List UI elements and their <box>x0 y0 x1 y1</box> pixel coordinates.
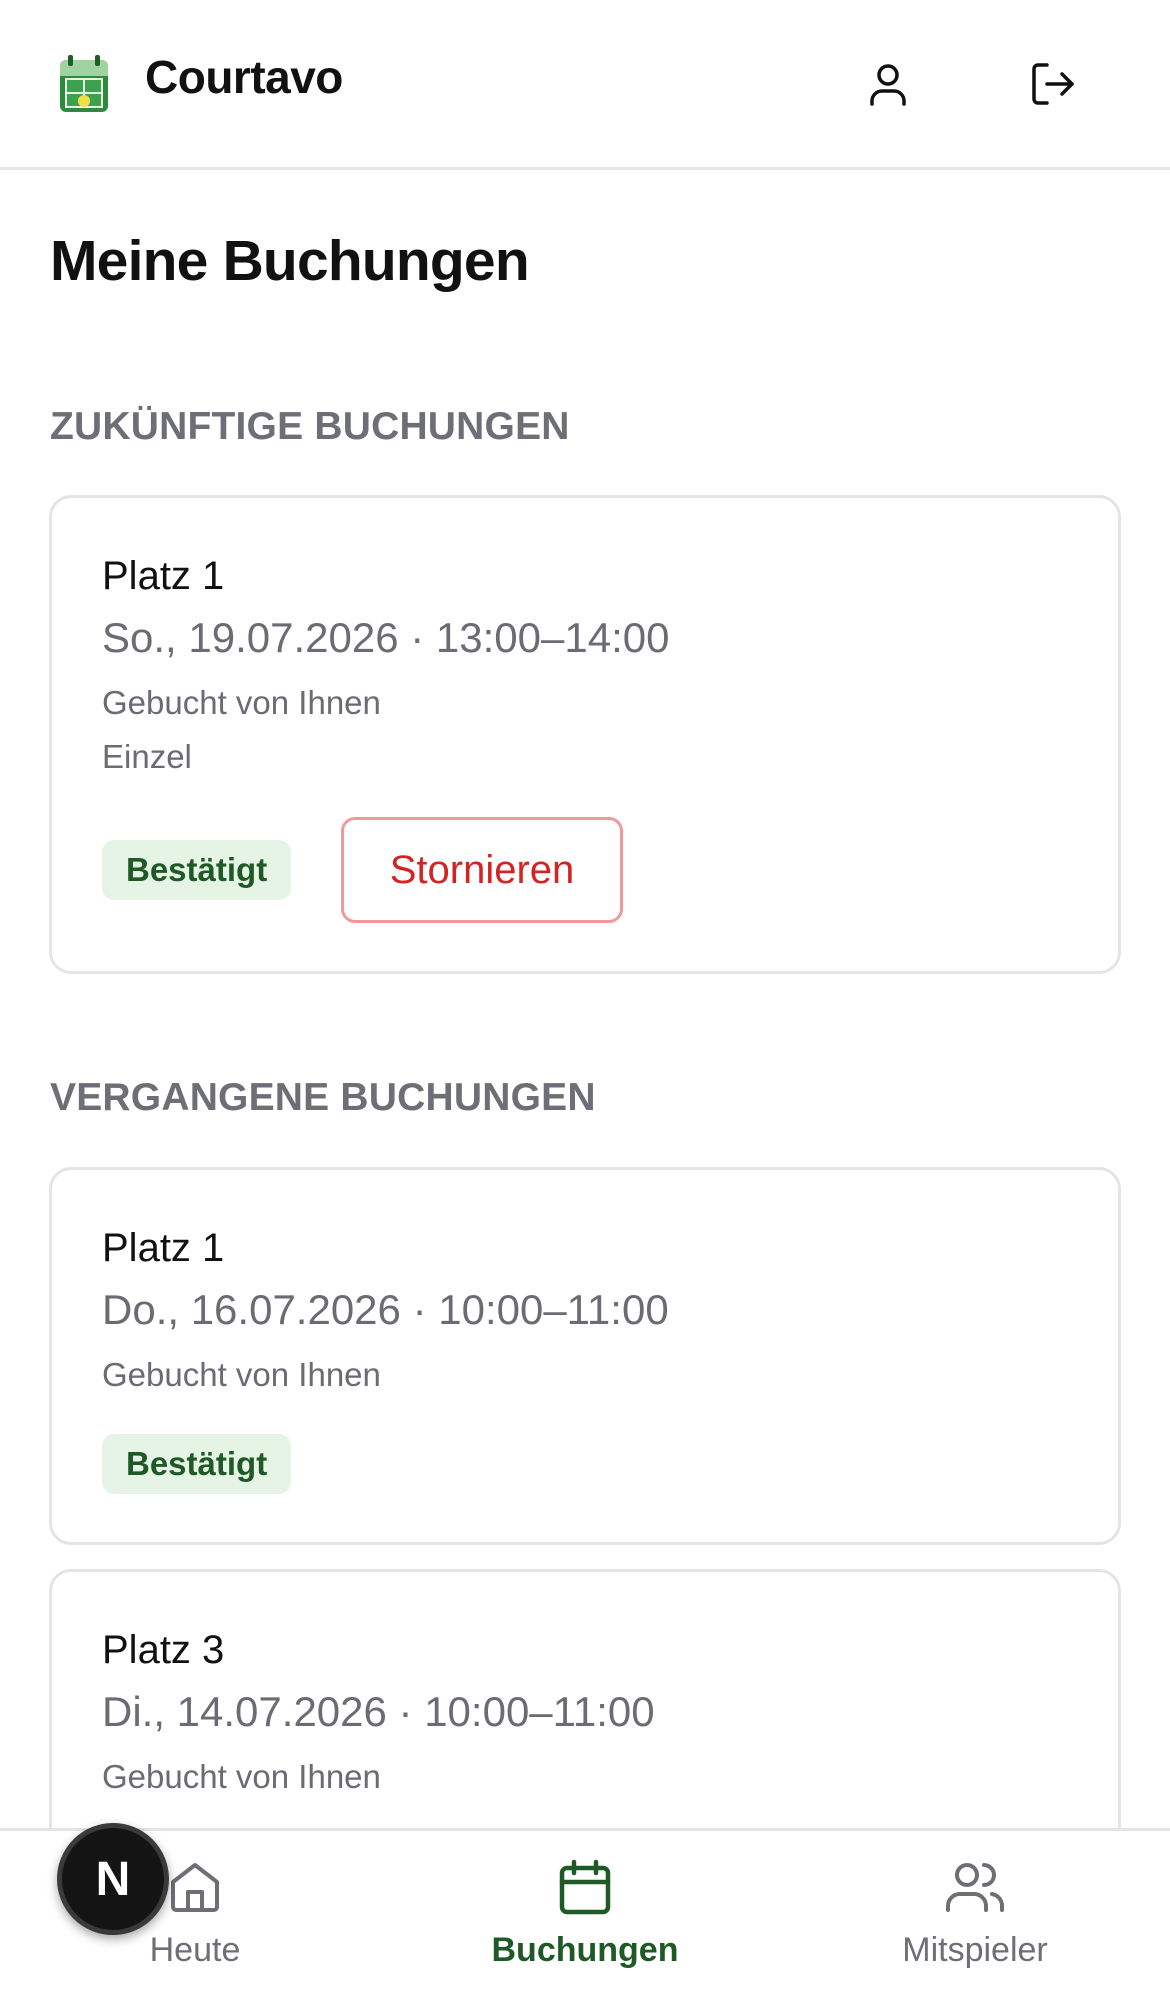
nav-label: Buchungen <box>491 1931 679 1969</box>
booking-card-upcoming: Platz 1 So., 19.07.2026 · 13:00–14:00 Ge… <box>49 495 1121 974</box>
dev-tools-badge[interactable]: N <box>57 1823 169 1935</box>
user-icon <box>868 62 908 111</box>
booking-type: Einzel <box>102 738 192 775</box>
booking-datetime: So., 19.07.2026 · 13:00–14:00 <box>102 614 670 661</box>
status-badge: Bestätigt <box>102 1434 292 1494</box>
cancel-booking-button[interactable]: Stornieren <box>341 817 623 923</box>
nav-label: Heute <box>149 1931 241 1969</box>
app-header: Courtavo <box>0 0 1170 170</box>
booking-owner: Gebucht von Ihnen <box>102 1356 381 1393</box>
app-name: Courtavo <box>145 51 343 103</box>
booking-card-past: Platz 1 Do., 16.07.2026 · 10:00–11:00 Ge… <box>49 1167 1121 1545</box>
court-calendar-icon[interactable] <box>58 54 110 114</box>
booking-court: Platz 3 <box>102 1628 225 1672</box>
booking-datetime: Do., 16.07.2026 · 10:00–11:00 <box>102 1286 669 1333</box>
booking-court: Platz 1 <box>102 1226 225 1270</box>
nav-item-mitspieler[interactable]: Mitspieler <box>825 1831 1125 1992</box>
past-section-title: VERGANGENE BUCHUNGEN <box>50 1076 596 1119</box>
logout-button[interactable] <box>1024 56 1084 116</box>
status-badge: Bestätigt <box>102 840 292 900</box>
booking-court: Platz 1 <box>102 554 225 598</box>
profile-button[interactable] <box>858 56 918 116</box>
nav-label: Mitspieler <box>902 1931 1048 1969</box>
booking-owner: Gebucht von Ihnen <box>102 1758 381 1795</box>
app: Courtavo Meine Buchungen ZUKÜNFTIGE BUCH… <box>0 0 1170 1992</box>
calendar-icon <box>555 1857 615 1917</box>
upcoming-section-title: ZUKÜNFTIGE BUCHUNGEN <box>50 405 570 448</box>
home-icon <box>165 1857 225 1917</box>
booking-datetime: Di., 14.07.2026 · 10:00–11:00 <box>102 1688 655 1735</box>
page-title: Meine Buchungen <box>50 229 530 293</box>
nav-item-buchungen[interactable]: Buchungen <box>435 1831 735 1992</box>
bottom-navigation: Heute Buchungen Mitspieler <box>0 1828 1170 1992</box>
booking-owner: Gebucht von Ihnen <box>102 684 381 721</box>
logout-icon <box>1031 62 1077 111</box>
users-icon <box>945 1857 1005 1917</box>
